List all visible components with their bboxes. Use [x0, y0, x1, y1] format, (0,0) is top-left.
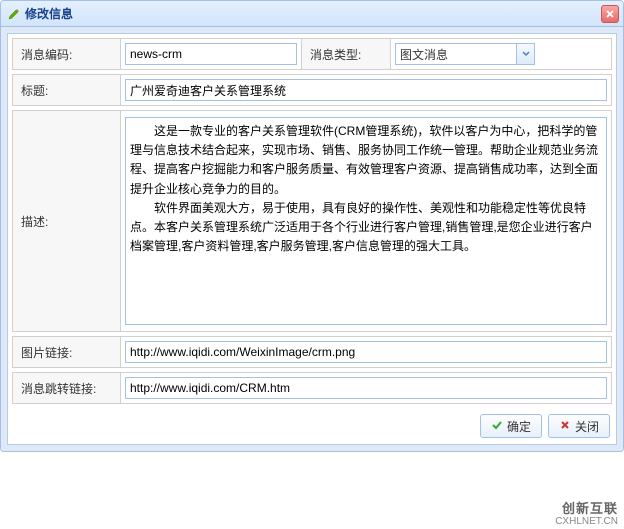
input-code[interactable]: [125, 43, 297, 65]
input-jump-link[interactable]: [125, 377, 607, 399]
row-title: 标题:: [12, 74, 612, 106]
row-jump-link: 消息跳转链接:: [12, 372, 612, 404]
label-type: 消息类型:: [301, 39, 391, 69]
cancel-button-label: 关闭: [575, 418, 599, 435]
select-type-value: 图文消息: [396, 46, 516, 63]
ok-button-label: 确定: [507, 418, 531, 435]
label-image-link: 图片链接:: [13, 337, 121, 367]
input-title[interactable]: [125, 79, 607, 101]
watermark-text-bottom: CXHLNET.CN: [555, 516, 618, 527]
input-image-link[interactable]: [125, 341, 607, 363]
check-icon: [491, 419, 503, 434]
select-type[interactable]: 图文消息: [395, 43, 535, 65]
label-code: 消息编码:: [13, 39, 121, 69]
row-code-type: 消息编码: 消息类型: 图文消息: [12, 38, 612, 70]
row-description: 描述:: [12, 110, 612, 332]
chevron-down-icon: [516, 44, 534, 64]
dialog-window: 修改信息 消息编码: 消息类型: 图文消息: [0, 0, 624, 452]
label-title: 标题:: [13, 75, 121, 105]
label-jump-link: 消息跳转链接:: [13, 373, 121, 403]
label-description: 描述:: [13, 111, 121, 331]
x-icon: [559, 419, 571, 434]
form-panel: 消息编码: 消息类型: 图文消息 标题:: [7, 33, 617, 445]
row-image-link: 图片链接:: [12, 336, 612, 368]
dialog-body: 消息编码: 消息类型: 图文消息 标题:: [1, 27, 623, 451]
dialog-header[interactable]: 修改信息: [1, 1, 623, 27]
watermark-text-top: 创新互联: [555, 502, 618, 516]
pencil-icon: [7, 7, 21, 21]
cancel-button[interactable]: 关闭: [548, 414, 610, 438]
textarea-description[interactable]: [125, 117, 607, 325]
button-bar: 确定 关闭: [12, 408, 612, 440]
close-button[interactable]: [601, 5, 619, 23]
ok-button[interactable]: 确定: [480, 414, 542, 438]
watermark: 创新互联 CXHLNET.CN: [555, 502, 618, 527]
dialog-title: 修改信息: [25, 5, 73, 22]
